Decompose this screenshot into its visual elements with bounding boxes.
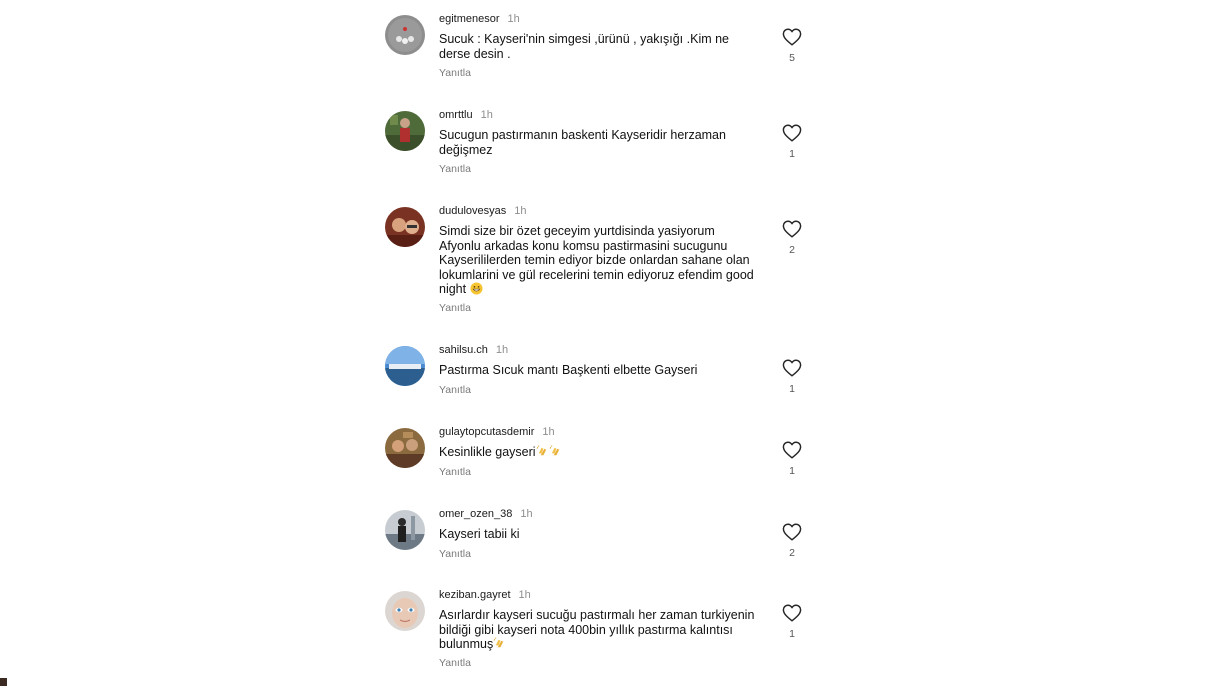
timestamp: 1h (495, 344, 509, 356)
comment-text: Sucugun pastırmanın baskenti Kayseridir … (439, 128, 759, 157)
like-count: 1 (789, 383, 795, 395)
reply-button[interactable]: Yanıtla (439, 657, 471, 669)
comment-meta: omer_ozen_38 1h (439, 507, 533, 521)
comment-text-body: Pastırma Sıcuk mantı Başkenti elbette Ga… (439, 363, 698, 377)
heart-outline-icon (782, 604, 802, 622)
comment-text-body: Sucuk : Kayseri'nin simgesi ,ürünü , yak… (439, 32, 730, 61)
like-count: 5 (789, 52, 795, 64)
avatar[interactable] (385, 591, 425, 631)
like-button[interactable] (782, 604, 802, 622)
comment-text-body: Kesinlikle gayseri (439, 445, 536, 459)
comment-meta: sahilsu.ch 1h (439, 343, 508, 357)
avatar[interactable] (385, 510, 425, 550)
reply-button[interactable]: Yanıtla (439, 548, 471, 560)
comment-meta: keziban.gayret 1h (439, 588, 531, 602)
like-button[interactable] (782, 523, 802, 541)
avatar[interactable] (385, 428, 425, 468)
username[interactable]: egitmenesor (439, 13, 500, 25)
username[interactable]: dudulovesyas (439, 205, 506, 217)
like-button[interactable] (782, 124, 802, 142)
like-button[interactable] (782, 441, 802, 459)
comment-text: Kesinlikle gayseri (439, 445, 759, 460)
comment-meta: omrttlu 1h (439, 108, 493, 122)
clapping-hands-emoji (549, 445, 559, 456)
timestamp: 1h (542, 426, 555, 438)
comments-page: egitmenesor 1h Sucuk : Kayseri'nin simges… (0, 0, 1219, 686)
heart-outline-icon (782, 124, 802, 142)
comment-text: Simdi size bir özet geceyim yurtdisinda … (439, 224, 759, 297)
comment-text-body: Simdi size bir özet geceyim yurtdisinda … (439, 224, 754, 296)
comment-text: Kayseri tabii ki (439, 527, 759, 542)
clapping-hands-emoji (493, 637, 504, 648)
avatar[interactable] (385, 15, 425, 55)
like-count: 2 (789, 547, 795, 559)
grinning-face-emoji (470, 282, 483, 295)
timestamp: 1h (480, 109, 493, 121)
avatar[interactable] (385, 346, 425, 386)
timestamp: 1h (518, 589, 531, 601)
comment-text-body: Sucugun pastırmanın baskenti Kayseridir … (439, 128, 726, 157)
comment-text: Asırlardır kayseri sucuğu pastırmalı her… (439, 608, 759, 652)
reply-button[interactable]: Yanıtla (439, 302, 471, 314)
like-button[interactable] (782, 28, 802, 46)
avatar[interactable] (385, 207, 425, 247)
username[interactable]: gulaytopcutasdemir (439, 426, 534, 438)
heart-outline-icon (782, 523, 802, 541)
timestamp: 1h (507, 13, 520, 25)
corner-mark (0, 678, 7, 686)
username[interactable]: keziban.gayret (439, 589, 511, 601)
reply-button[interactable]: Yanıtla (439, 384, 471, 396)
username[interactable]: omer_ozen_38 (439, 508, 512, 520)
like-button[interactable] (782, 359, 802, 377)
comment-text: Pastırma Sıcuk mantı Başkenti elbette Ga… (439, 363, 759, 378)
reply-button[interactable]: Yanıtla (439, 466, 471, 478)
comment-meta: gulaytopcutasdemir 1h (439, 425, 555, 439)
heart-outline-icon (782, 441, 802, 459)
heart-outline-icon (782, 359, 802, 377)
comment-text-body: Asırlardır kayseri sucuğu pastırmalı her… (439, 608, 755, 651)
comment-text-body: Kayseri tabii ki (439, 527, 520, 541)
heart-outline-icon (782, 220, 802, 238)
username[interactable]: sahilsu.ch (439, 344, 488, 356)
heart-outline-icon (782, 28, 802, 46)
avatar[interactable] (385, 111, 425, 151)
comment-text: Sucuk : Kayseri'nin simgesi ,ürünü , yak… (439, 32, 759, 61)
comment-meta: dudulovesyas 1h (439, 204, 527, 218)
like-button[interactable] (782, 220, 802, 238)
reply-button[interactable]: Yanıtla (439, 67, 471, 79)
comment-meta: egitmenesor 1h (439, 12, 520, 26)
reply-button[interactable]: Yanıtla (439, 163, 471, 175)
clapping-hands-emoji (536, 445, 546, 456)
like-count: 1 (789, 148, 795, 160)
like-count: 1 (789, 465, 795, 477)
like-count: 2 (789, 244, 795, 256)
like-count: 1 (789, 628, 795, 640)
timestamp: 1h (514, 205, 527, 217)
username[interactable]: omrttlu (439, 109, 473, 121)
timestamp: 1h (520, 508, 533, 520)
